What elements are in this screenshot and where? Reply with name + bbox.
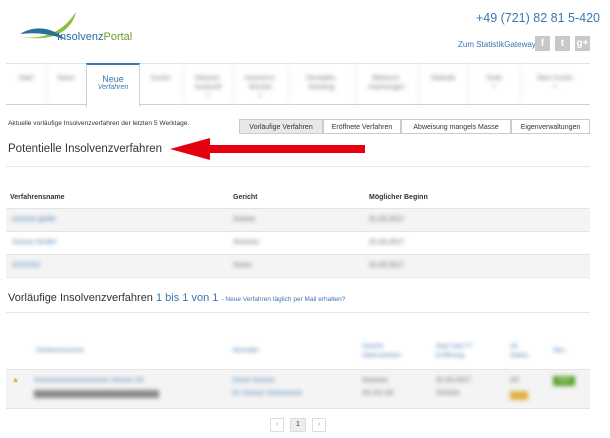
date-cell: 31.03.2017 xyxy=(369,262,405,269)
nav-item-konto[interactable]: Mein Konto ▼ xyxy=(520,64,590,104)
status-badge xyxy=(510,391,528,400)
administrator-link[interactable]: Xxxxx Xxxxxx xyxy=(232,377,275,384)
administrator-firm: Xx Xxxxxx Xxxxxxxxxx xyxy=(232,390,303,397)
red-arrow-icon xyxy=(170,138,365,160)
facebook-icon[interactable]: f xyxy=(535,36,550,51)
table-row[interactable]: ★ Xxxxxxxxxxxxxxxxxxxxx Xxxxxx XX Xxxxx … xyxy=(6,369,590,409)
phone-number: +49 (721) 82 81 5-420 xyxy=(475,11,600,25)
main-nav: Start News Neue Verfahren Suche Inkasso- A… xyxy=(6,63,590,107)
col-header-status[interactable]: Alt Status xyxy=(510,342,532,360)
nav-item-tools[interactable]: Tools ▼ xyxy=(468,64,521,104)
procedure-name-link[interactable]: XXXXXX xyxy=(12,262,40,269)
col-header-verfahrensname[interactable]: Verfahrensname xyxy=(36,346,84,355)
nav-item-statistik[interactable]: Statistik xyxy=(418,64,469,104)
court-cell: Xxxxx xyxy=(233,262,252,269)
logo-swoosh-icon xyxy=(16,12,76,40)
date-cell: 31.03.2017 xyxy=(369,216,405,223)
nav-item-start[interactable]: Start xyxy=(6,64,47,104)
nav-item-ranking[interactable]: Verwalter- Ranking xyxy=(288,64,356,104)
col-header-beginn: Möglicher Beginn xyxy=(369,194,428,201)
tab-vorlaeufige-verfahren[interactable]: Vorläufige Verfahren xyxy=(239,119,323,134)
court-cell: Xxxxxxx xyxy=(362,377,388,384)
table-row[interactable]: XXXXXX Xxxxx 31.03.2017 xyxy=(6,254,590,278)
tab-eroeffnete-verfahren[interactable]: Eröffnete Verfahren xyxy=(323,119,401,134)
date-cell: 31.03.2017 xyxy=(369,239,405,246)
potential-section-title: Potentielle Insolvenzverfahren xyxy=(8,143,163,155)
col-header-verfahrensname: Verfahrensname xyxy=(10,194,65,201)
nav-item-monitor[interactable]: Insolvenz- Monitor ▼ xyxy=(233,64,289,104)
procedure-name-link[interactable]: xxxxxxx gmbh xyxy=(12,216,56,223)
divider xyxy=(6,277,590,278)
star-icon[interactable]: ★ xyxy=(12,376,19,385)
nav-item-bekanntmachungen[interactable]: Bekannt-machungen xyxy=(355,64,419,104)
opening-date-cell: 31.03.2017 xyxy=(436,377,472,384)
table-row[interactable]: Xxxxxx GmbH Xxxxxxx 31.03.2017 xyxy=(6,231,590,255)
result-count: 1 bis 1 von 1 xyxy=(156,292,219,304)
nav-item-suche[interactable]: Suche xyxy=(138,64,184,104)
procedure-name-link[interactable]: Xxxxxxxxxxxxxxxxxxxxx Xxxxxx XX xyxy=(34,377,144,384)
nav-item-inkasso[interactable]: Inkasso- Auskunft ▼ xyxy=(183,64,234,104)
col-header-gericht: Gericht xyxy=(233,194,258,201)
col-header-gericht[interactable]: Gericht Aktenzeichen xyxy=(362,342,412,360)
nav-item-news[interactable]: News xyxy=(46,64,87,104)
file-number-cell: XX XX XX xyxy=(362,390,394,397)
twitter-icon[interactable]: t xyxy=(555,36,570,51)
nav-item-neue-verfahren[interactable]: Neue Verfahren xyxy=(86,63,140,107)
col-header-neu[interactable]: Neu xyxy=(553,346,565,355)
tab-abweisung-mangels-masse[interactable]: Abweisung mangels Masse xyxy=(401,119,511,134)
col-header-verwalter[interactable]: Verwalter xyxy=(232,346,259,355)
status-cell: XX xyxy=(510,377,520,384)
table-row[interactable]: xxxxxxx gmbh Xxxxxx 31.03.2017 xyxy=(6,208,590,232)
col-header-eroeffnung[interactable]: Start Verf.?? Eröffnung xyxy=(436,342,491,360)
procedure-name-link[interactable]: Xxxxxx GmbH xyxy=(12,239,56,246)
tab-eigenverwaltungen[interactable]: Eigenverwaltungen xyxy=(511,119,590,134)
logo-text: InsolvenzPortal xyxy=(57,31,133,43)
new-badge: XXX xyxy=(553,376,575,386)
court-cell: Xxxxxx xyxy=(233,216,256,223)
pager-page-1[interactable]: 1 xyxy=(290,418,306,432)
subnav-description: Aktuelle vorläufige Insolvenzverfahren d… xyxy=(8,120,190,127)
opening-date-sub: XXXXX xyxy=(436,390,460,397)
mail-subscribe-link[interactable]: - Neue Verfahren täglich per Mail erhalt… xyxy=(221,296,345,303)
divider xyxy=(6,312,590,313)
redacted-block xyxy=(34,390,159,398)
court-cell: Xxxxxxx xyxy=(233,239,259,246)
google-plus-icon[interactable]: g+ xyxy=(575,36,590,51)
statistik-gateway-link[interactable]: Zum StatistikGateway xyxy=(458,40,536,49)
provisional-section-title: Vorläufige Insolvenzverfahren 1 bis 1 vo… xyxy=(8,292,346,304)
pager-prev-button[interactable]: ‹ xyxy=(270,418,284,432)
pager-next-button[interactable]: › xyxy=(312,418,326,432)
divider xyxy=(6,166,590,167)
